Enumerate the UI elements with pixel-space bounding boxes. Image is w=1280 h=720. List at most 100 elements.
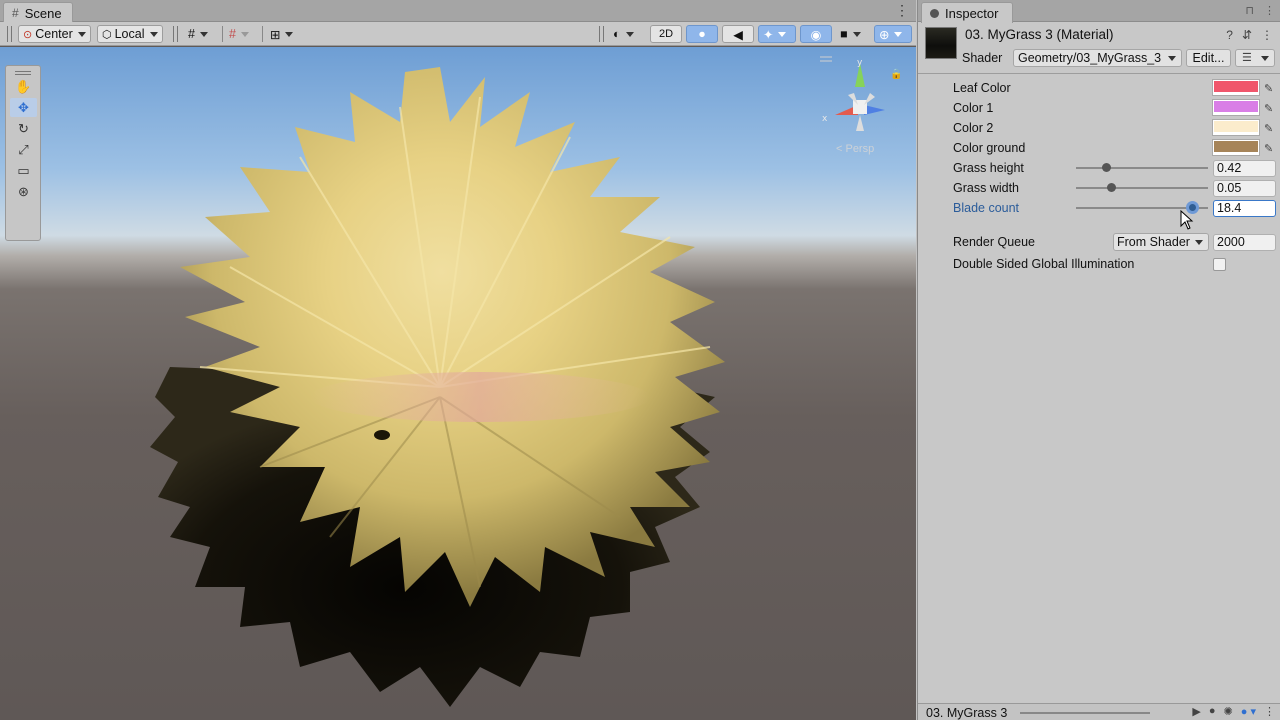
- scene-viewport[interactable]: ✋ ✥ ↻ ⤢ ▭ ⊛ 🔒 y x < Persp: [0, 47, 916, 720]
- grass-height-slider[interactable]: [1076, 163, 1208, 172]
- color-ground-swatch[interactable]: [1213, 140, 1259, 155]
- color-ground-label: Color ground: [953, 141, 1026, 155]
- preview-footer[interactable]: 03. MyGrass 3 ▶ ● ✺ ● ▾ ⋮: [918, 703, 1280, 720]
- tool-palette: ✋ ✥ ↻ ⤢ ▭ ⊛: [5, 65, 41, 241]
- move-tool-button[interactable]: ✥: [10, 98, 37, 117]
- slider-knob[interactable]: [1101, 163, 1111, 172]
- tab-inspector[interactable]: Inspector: [921, 2, 1013, 23]
- scale-tool-button[interactable]: ⤢: [10, 140, 37, 159]
- lock-icon[interactable]: ⊓: [1245, 4, 1254, 17]
- edit-shader-button[interactable]: Edit...: [1186, 49, 1231, 67]
- color1-swatch[interactable]: [1213, 100, 1259, 115]
- gizmos-dropdown[interactable]: ⊕: [874, 25, 912, 43]
- unity-editor: # Scene ⋮ ⊙ Center ⬡ Local # # ⊞ ◐ 2D ● …: [0, 0, 1280, 720]
- chevron-down-icon: [625, 31, 634, 37]
- audio-toggle[interactable]: ◀: [722, 25, 754, 43]
- grass-width-slider[interactable]: [1076, 183, 1208, 192]
- rect-transform-icon: ▭: [17, 162, 30, 178]
- speaker-muted-icon: ◀: [733, 27, 743, 42]
- shader-options-dropdown[interactable]: ☰: [1235, 49, 1275, 67]
- toolbar-divider: [262, 26, 263, 42]
- double-sided-gi-label: Double Sided Global Illumination: [953, 257, 1135, 271]
- scene-grid-icon: #: [12, 6, 19, 20]
- gizmo-z-axis-icon: [864, 105, 885, 115]
- grid-snapping-dropdown[interactable]: #: [225, 25, 253, 43]
- transform-tool-button[interactable]: ⊛: [10, 182, 37, 201]
- tab-scene[interactable]: # Scene: [3, 2, 73, 23]
- shader-label: Shader: [962, 51, 1003, 65]
- rect-tool-button[interactable]: ▭: [10, 161, 37, 180]
- increment-snap-dropdown[interactable]: ⊞: [266, 25, 297, 43]
- inspector-panel: Inspector ⊓ ⋮ 03. MyGrass 3 (Material) ?…: [917, 0, 1280, 720]
- eye-slash-icon: ◉: [810, 27, 822, 42]
- leaf-color-swatch[interactable]: [1213, 80, 1259, 95]
- help-icon[interactable]: ?: [1226, 28, 1233, 42]
- double-sided-gi-checkbox[interactable]: [1213, 258, 1226, 271]
- eyedropper-icon[interactable]: ✎: [1264, 82, 1273, 95]
- presets-icon[interactable]: ⇵: [1242, 28, 1252, 42]
- alpha-bar: [1214, 92, 1258, 94]
- rotate-tool-button[interactable]: ↻: [10, 119, 37, 138]
- tool-palette-handle[interactable]: [15, 71, 31, 75]
- color1-label: Color 1: [953, 101, 994, 115]
- blade-count-slider[interactable]: [1076, 201, 1208, 214]
- kebab-menu-icon[interactable]: ⋮: [895, 2, 909, 19]
- material-preview-thumbnail: [925, 27, 957, 59]
- inspector-tab-actions: ⊓ ⋮: [1245, 4, 1275, 17]
- grid-visibility-dropdown[interactable]: #: [184, 25, 212, 43]
- hand-tool-button[interactable]: ✋: [10, 77, 37, 96]
- pivot-rotation-dropdown[interactable]: ⬡ Local: [97, 25, 163, 43]
- eyedropper-icon[interactable]: ✎: [1264, 142, 1273, 155]
- lock-icon: 🔒: [890, 68, 900, 80]
- slider-knob[interactable]: [1107, 183, 1117, 192]
- effects-icon: ✦: [763, 27, 774, 42]
- preview-title: 03. MyGrass 3: [926, 706, 1008, 720]
- material-header: 03. MyGrass 3 (Material) ? ⇵ ⋮ Shader Ge…: [918, 22, 1280, 74]
- preview-drag-handle[interactable]: [1020, 712, 1150, 714]
- grass-height-input[interactable]: 0.42: [1213, 160, 1276, 177]
- chevron-down-icon: [1261, 56, 1269, 61]
- scale-icon: ⤢: [18, 141, 29, 157]
- hidden-objects-toggle[interactable]: ◉: [800, 25, 832, 43]
- kebab-menu-icon[interactable]: ⋮: [1261, 28, 1273, 42]
- pivot-mode-label: Center: [35, 27, 73, 41]
- chevron-down-icon: [285, 31, 294, 37]
- effects-dropdown[interactable]: ✦: [758, 25, 796, 43]
- toolbar-grip-handle[interactable]: [7, 26, 12, 42]
- render-queue-label: Render Queue: [953, 235, 1036, 249]
- move-arrows-icon: ✥: [18, 99, 29, 115]
- pivot-rotation-label: Local: [114, 27, 145, 41]
- light-icon[interactable]: ✺: [1224, 705, 1233, 718]
- play-icon[interactable]: ▶: [1192, 705, 1200, 718]
- kebab-menu-icon[interactable]: ⋮: [1264, 4, 1275, 17]
- pivot-mode-dropdown[interactable]: ⊙ Center: [18, 25, 91, 43]
- eyedropper-icon[interactable]: ✎: [1264, 102, 1273, 115]
- toolbar-grip-handle[interactable]: [599, 26, 604, 42]
- kebab-menu-icon[interactable]: ⋮: [1264, 705, 1275, 718]
- render-queue-dropdown[interactable]: From Shader: [1113, 233, 1209, 251]
- projection-label[interactable]: < Persp: [836, 143, 874, 155]
- grass-height-label: Grass height: [953, 161, 1024, 175]
- eyedropper-icon[interactable]: ✎: [1264, 122, 1273, 135]
- list-icon: ☰: [1242, 52, 1252, 64]
- preview-sphere-icon[interactable]: ●: [1209, 705, 1216, 718]
- grass-width-label: Grass width: [953, 181, 1019, 195]
- chevron-down-icon: [199, 31, 208, 37]
- shading-sphere-icon: ◐: [613, 27, 621, 41]
- grass-width-input[interactable]: 0.05: [1213, 180, 1276, 197]
- gizmo-center-cube-icon: [853, 100, 867, 114]
- shader-dropdown[interactable]: Geometry/03_MyGrass_3: [1013, 49, 1182, 67]
- camera-settings-dropdown[interactable]: ■: [836, 25, 865, 43]
- toolbar-grip-handle[interactable]: [173, 26, 178, 42]
- color2-label: Color 2: [953, 121, 994, 135]
- transform-icon: ⊛: [18, 183, 29, 199]
- render-queue-input[interactable]: 2000: [1213, 234, 1276, 251]
- draw-mode-dropdown[interactable]: ◐: [609, 25, 638, 43]
- blade-count-input[interactable]: 18.4: [1213, 200, 1276, 217]
- toggle-2d-button[interactable]: 2D: [650, 25, 682, 43]
- preview-shape-dropdown[interactable]: ● ▾: [1241, 705, 1256, 718]
- color2-swatch[interactable]: [1213, 120, 1259, 135]
- chevron-down-icon: [149, 31, 158, 37]
- chevron-down-icon: [240, 31, 249, 37]
- scene-lighting-toggle[interactable]: ●: [686, 25, 718, 43]
